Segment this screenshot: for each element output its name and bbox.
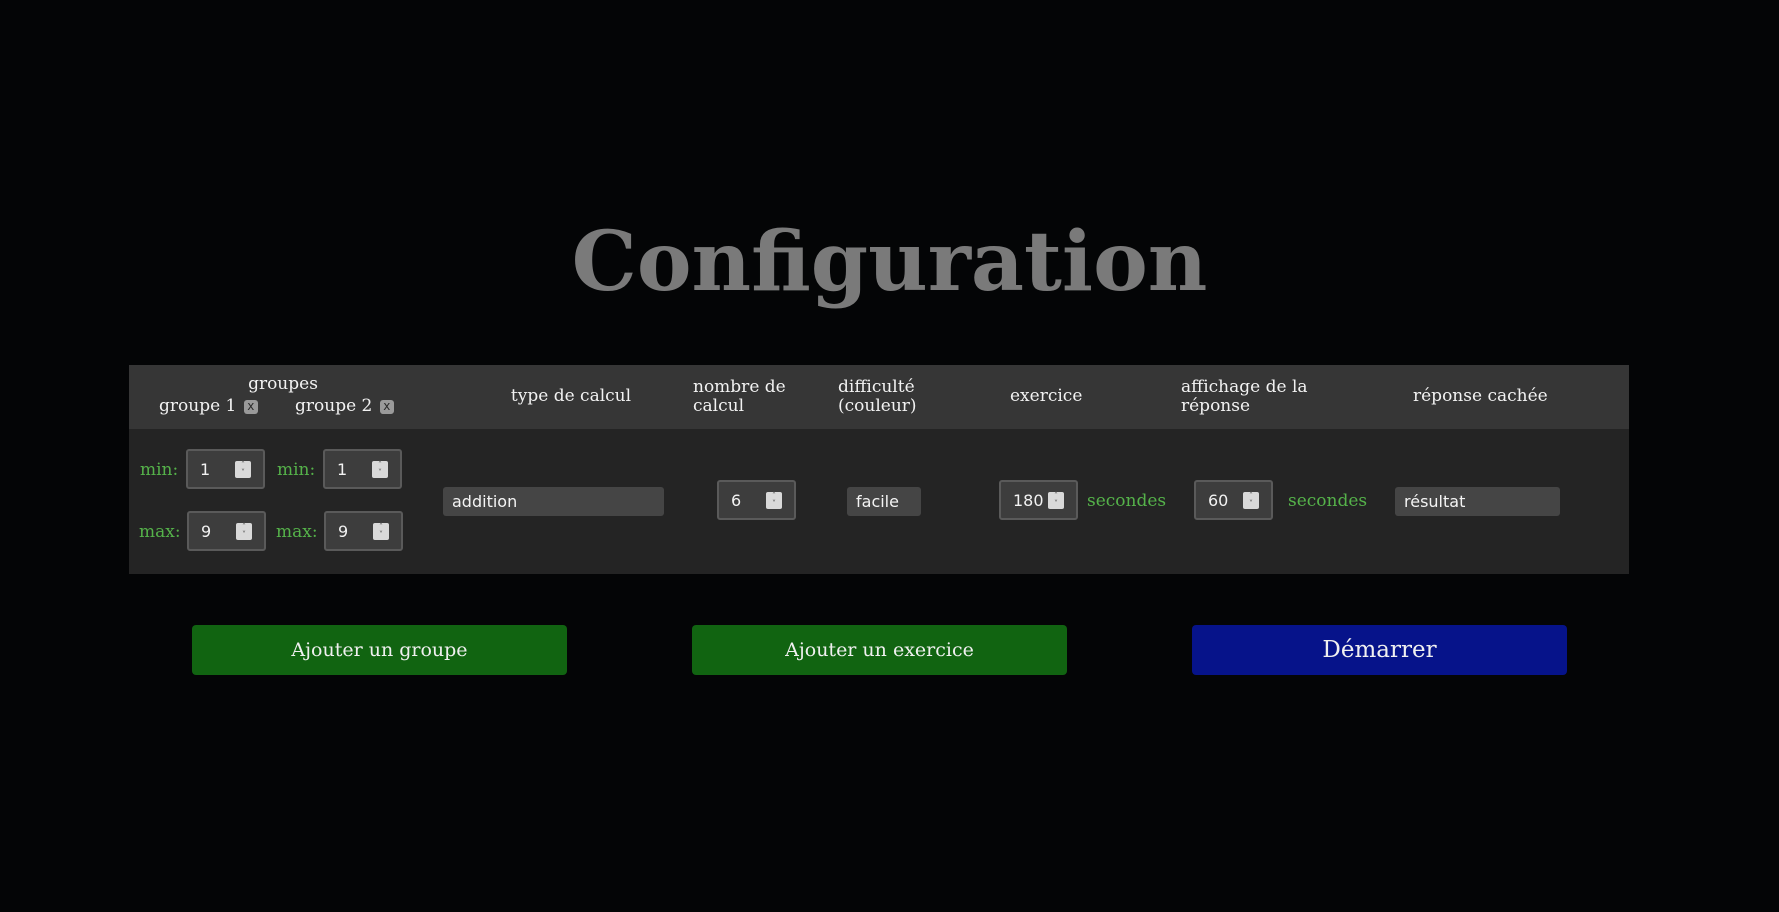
header-affichage-line1: affichage de la <box>1181 377 1308 397</box>
header-exercice: exercice <box>1010 386 1083 406</box>
header-difficulte-line1: difficulté <box>838 377 915 397</box>
header-affichage: affichage de la réponse <box>1181 378 1308 416</box>
start-button[interactable]: Démarrer <box>1192 625 1567 675</box>
nombre-calcul-input[interactable]: 6 ˄ ˅ <box>717 480 796 520</box>
nombre-calcul-value: 6 <box>731 491 742 510</box>
groupe-2-min-label: min: <box>277 460 316 480</box>
table-header: groupes groupe 1 x groupe 2 x type de ca… <box>129 365 1629 429</box>
affichage-seconds-value: 60 <box>1208 491 1229 510</box>
header-type-calcul: type de calcul <box>510 386 632 406</box>
remove-groupe-2-button[interactable]: x <box>379 399 394 414</box>
header-nombre-calcul: nombre de calcul <box>693 378 786 416</box>
groupe-1-min-input[interactable]: 1 ˄ ˅ <box>186 449 265 489</box>
remove-groupe-1-button[interactable]: x <box>243 399 258 414</box>
spinner-arrows-icon[interactable]: ˄ ˅ <box>235 461 251 478</box>
spinner-arrows-icon[interactable]: ˄ ˅ <box>766 492 782 509</box>
exercice-unit: secondes <box>1087 491 1167 511</box>
affichage-unit: secondes <box>1288 491 1368 511</box>
reponse-cachee-select[interactable]: résultat <box>1395 487 1560 516</box>
header-difficulte-line2: (couleur) <box>838 396 917 416</box>
header-nombre-calcul-line2: calcul <box>693 396 744 416</box>
spinner-arrows-icon[interactable]: ˄ ˅ <box>373 523 389 540</box>
page-title: Configuration <box>571 214 1208 310</box>
exercice-seconds-input[interactable]: 180 ˄ ˅ <box>999 480 1078 520</box>
header-difficulte: difficulté (couleur) <box>838 378 917 416</box>
spinner-arrows-icon[interactable]: ˄ ˅ <box>1048 492 1064 509</box>
difficulte-select[interactable]: facile <box>847 487 921 516</box>
header-groupes: groupes <box>248 374 318 394</box>
affichage-seconds-input[interactable]: 60 ˄ ˅ <box>1194 480 1273 520</box>
type-calcul-select[interactable]: addition <box>443 487 664 516</box>
groupe-2-max-input[interactable]: 9 ˄ ˅ <box>324 511 403 551</box>
header-affichage-line2: réponse <box>1181 396 1251 416</box>
groupe-1-min-value: 1 <box>200 460 211 479</box>
groupe-1-min-label: min: <box>140 460 179 480</box>
header-nombre-calcul-line1: nombre de <box>693 377 786 397</box>
groupe-1-max-label: max: <box>139 522 181 542</box>
groupe-2-min-value: 1 <box>337 460 348 479</box>
config-table: groupes groupe 1 x groupe 2 x type de ca… <box>129 365 1629 574</box>
add-group-button[interactable]: Ajouter un groupe <box>192 625 567 675</box>
groupe-1-max-value: 9 <box>201 522 212 541</box>
header-reponse-cachee: réponse cachée <box>1413 386 1548 406</box>
groupe-1-max-input[interactable]: 9 ˄ ˅ <box>187 511 266 551</box>
spinner-arrows-icon[interactable]: ˄ ˅ <box>236 523 252 540</box>
header-groupe-1: groupe 1 x <box>159 397 258 416</box>
header-groupe-2-label: groupe 2 <box>295 396 373 416</box>
groupe-2-max-value: 9 <box>338 522 349 541</box>
groupe-2-min-input[interactable]: 1 ˄ ˅ <box>323 449 402 489</box>
header-groupe-1-label: groupe 1 <box>159 396 237 416</box>
exercice-seconds-value: 180 <box>1013 491 1044 510</box>
header-groupe-2: groupe 2 x <box>295 397 394 416</box>
spinner-arrows-icon[interactable]: ˄ ˅ <box>1243 492 1259 509</box>
spinner-arrows-icon[interactable]: ˄ ˅ <box>372 461 388 478</box>
groupe-2-max-label: max: <box>276 522 318 542</box>
add-exercise-button[interactable]: Ajouter un exercice <box>692 625 1067 675</box>
